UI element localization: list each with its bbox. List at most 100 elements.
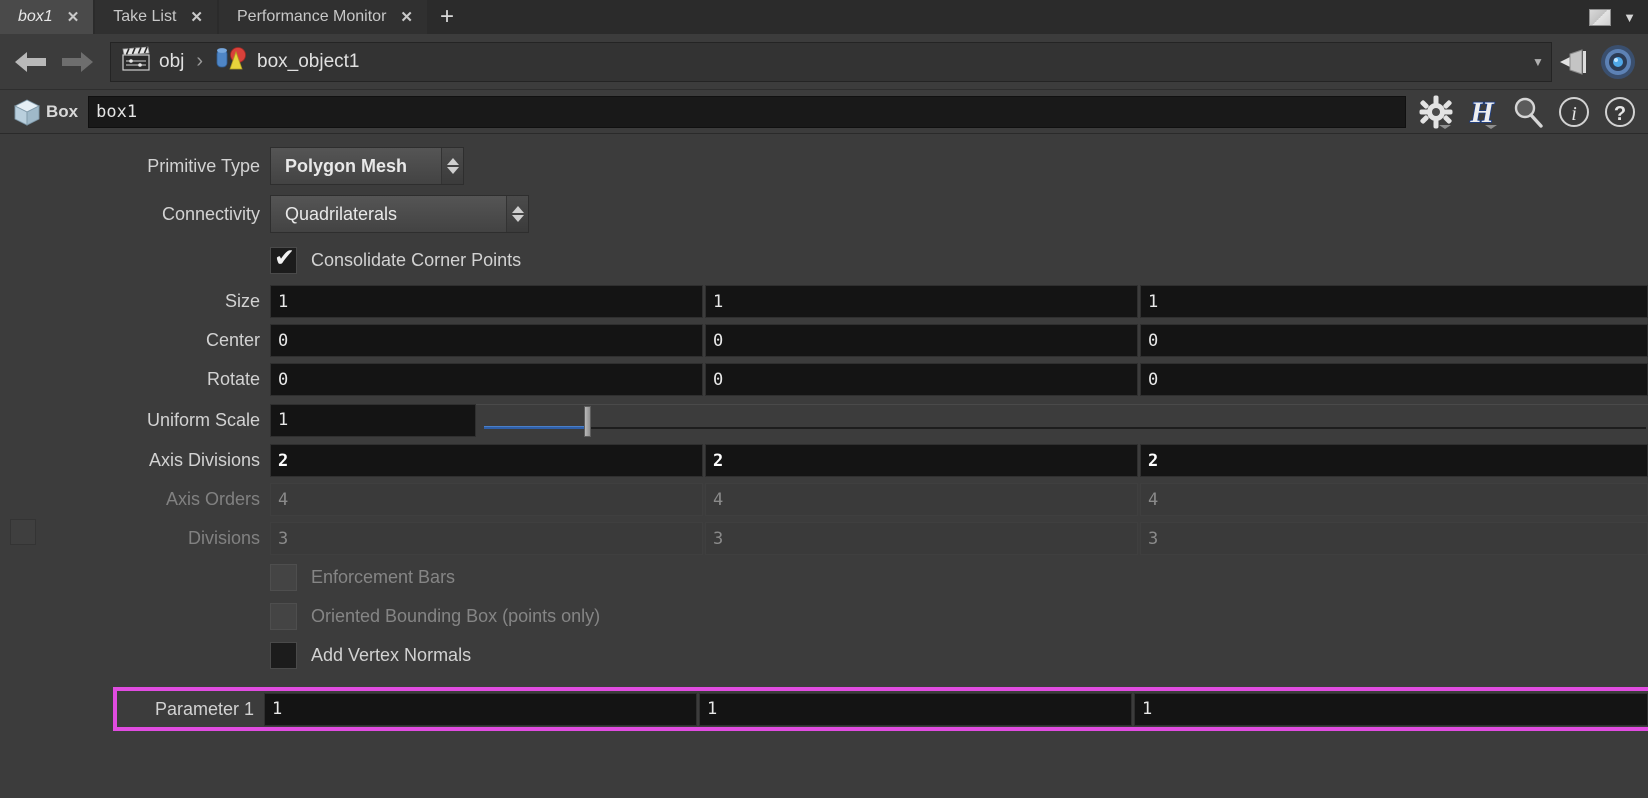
- add-vertex-normals-checkbox[interactable]: Add Vertex Normals: [270, 642, 471, 669]
- rotate-input-x[interactable]: 0: [270, 363, 703, 396]
- pin-button[interactable]: [1552, 47, 1596, 77]
- row-consolidate-corner-points: ✔ Consolidate Corner Points: [0, 238, 1648, 282]
- tab-box1[interactable]: box1 ✕: [0, 0, 94, 34]
- spinner-icon[interactable]: [506, 196, 528, 232]
- add-vertex-normals-label: Add Vertex Normals: [311, 645, 472, 665]
- parameter-1-input-z[interactable]: 1: [1134, 692, 1648, 726]
- parameter-1-content: Parameter 1 1 1 1: [117, 691, 1648, 727]
- size-fields: 1 1 1: [270, 285, 1648, 318]
- row-center: Center 0 0 0: [0, 321, 1648, 360]
- axis-divisions-input-y[interactable]: 2: [705, 444, 1138, 477]
- parameter-1-input-y[interactable]: 1: [699, 692, 1132, 726]
- axis-orders-input-x: 4: [270, 483, 703, 516]
- connectivity-value: Quadrilaterals: [285, 203, 398, 224]
- spinner-icon[interactable]: [441, 148, 463, 184]
- center-input-y[interactable]: 0: [705, 324, 1138, 357]
- row-gutter: [0, 597, 14, 636]
- close-icon[interactable]: ✕: [67, 10, 80, 25]
- help-icon[interactable]: ?: [1600, 95, 1640, 129]
- tab-performance-monitor[interactable]: Performance Monitor ✕: [219, 0, 427, 34]
- svg-text:i: i: [1571, 103, 1577, 125]
- houdini-h-icon[interactable]: H: [1462, 95, 1502, 129]
- node-header: Box box1 H i ?: [0, 90, 1648, 134]
- parameter-1-highlight: Parameter 1 1 1 1: [113, 687, 1648, 731]
- box-node-icon: [8, 96, 46, 128]
- row-gutter: [0, 282, 14, 321]
- breadcrumb-item-obj[interactable]: obj: [111, 43, 188, 81]
- row-gutter: [0, 558, 14, 597]
- row-gutter: [0, 441, 14, 480]
- window-controls: ▼: [1589, 0, 1648, 34]
- tab-label: Take List: [113, 8, 177, 25]
- row-gutter: [0, 238, 14, 282]
- primitive-type-dropdown[interactable]: Polygon Mesh: [270, 147, 464, 185]
- row-gutter: [0, 399, 14, 441]
- row-gutter: [0, 636, 14, 675]
- row-add-vertex-normals: Add Vertex Normals: [0, 636, 1648, 675]
- breadcrumb-label: obj: [159, 50, 185, 72]
- chevron-down-icon: [511, 215, 524, 222]
- primitive-type-value: Polygon Mesh: [285, 155, 408, 176]
- close-icon[interactable]: ✕: [190, 10, 203, 25]
- axis-orders-input-z: 4: [1140, 483, 1648, 516]
- axis-orders-label: Axis Orders: [165, 489, 260, 509]
- center-input-x[interactable]: 0: [270, 324, 703, 357]
- chevron-down-icon[interactable]: ▼: [1623, 10, 1636, 25]
- axis-divisions-fields: 2 2 2: [270, 444, 1648, 477]
- enforcement-bars-checkbox: Enforcement Bars: [270, 564, 455, 591]
- enforcement-bars-label: Enforcement Bars: [311, 567, 456, 587]
- add-tab-button[interactable]: +: [426, 0, 467, 34]
- info-icon[interactable]: i: [1554, 95, 1594, 129]
- row-rotate: Rotate 0 0 0: [0, 360, 1648, 399]
- connectivity-dropdown[interactable]: Quadrilaterals: [270, 195, 529, 233]
- maximize-icon[interactable]: [1589, 8, 1612, 26]
- slider-fill: [484, 425, 590, 429]
- row-primitive-type: Primitive Type Polygon Mesh: [0, 142, 1648, 190]
- forward-button[interactable]: [54, 47, 100, 77]
- center-input-z[interactable]: 0: [1140, 324, 1648, 357]
- row-gutter: [0, 190, 14, 238]
- uniform-scale-slider[interactable]: [476, 403, 1648, 437]
- center-fields: 0 0 0: [270, 324, 1648, 357]
- search-icon[interactable]: [1508, 95, 1548, 129]
- axis-divisions-input-x[interactable]: 2: [270, 444, 703, 477]
- node-type-label: Box: [46, 101, 79, 121]
- checkbox-icon[interactable]: [270, 642, 297, 669]
- consolidate-corner-points-checkbox[interactable]: ✔ Consolidate Corner Points: [270, 244, 522, 274]
- breadcrumb-label: box_object1: [257, 50, 360, 72]
- parameter-1-fields: 1 1 1: [264, 692, 1648, 726]
- size-label: Size: [224, 291, 260, 311]
- size-input-z[interactable]: 1: [1140, 285, 1648, 318]
- rotate-input-y[interactable]: 0: [705, 363, 1138, 396]
- parameter-1-input-x[interactable]: 1: [264, 692, 697, 726]
- tab-take-list[interactable]: Take List ✕: [95, 0, 217, 34]
- primitive-type-label: Primitive Type: [147, 155, 260, 176]
- node-header-icons: H i ?: [1406, 95, 1640, 129]
- rotate-input-z[interactable]: 0: [1140, 363, 1648, 396]
- slider-handle[interactable]: [584, 405, 591, 437]
- checkbox-icon: [270, 603, 297, 630]
- oriented-bounding-box-checkbox: Oriented Bounding Box (points only): [270, 603, 600, 630]
- divisions-input-x: 3: [270, 522, 703, 555]
- uniform-scale-input[interactable]: 1: [270, 403, 476, 437]
- svg-text:H: H: [1469, 96, 1495, 129]
- axis-divisions-input-z[interactable]: 2: [1140, 444, 1648, 477]
- consolidate-corner-points-label: Consolidate Corner Points: [311, 249, 522, 270]
- size-input-y[interactable]: 1: [705, 285, 1138, 318]
- divisions-input-y: 3: [705, 522, 1138, 555]
- tab-bar: box1 ✕ Take List ✕ Performance Monitor ✕…: [0, 0, 1648, 34]
- rotate-label: Rotate: [206, 369, 260, 389]
- checkbox-icon[interactable]: ✔: [270, 244, 297, 274]
- gear-icon[interactable]: [1416, 95, 1456, 129]
- breadcrumb-item-box-object1[interactable]: box_object1: [205, 43, 363, 81]
- path-field[interactable]: obj › box_object1 ▼: [110, 41, 1552, 82]
- breadcrumb-separator: ›: [196, 50, 204, 72]
- oriented-bounding-box-label: Oriented Bounding Box (points only): [311, 606, 601, 626]
- size-input-x[interactable]: 1: [270, 285, 703, 318]
- axis-divisions-label: Axis Divisions: [148, 450, 260, 470]
- node-name-input[interactable]: box1: [88, 95, 1406, 128]
- path-dropdown-icon[interactable]: ▼: [1525, 43, 1551, 81]
- display-flag-icon[interactable]: [1596, 43, 1640, 81]
- back-button[interactable]: [8, 47, 54, 77]
- close-icon[interactable]: ✕: [400, 10, 413, 25]
